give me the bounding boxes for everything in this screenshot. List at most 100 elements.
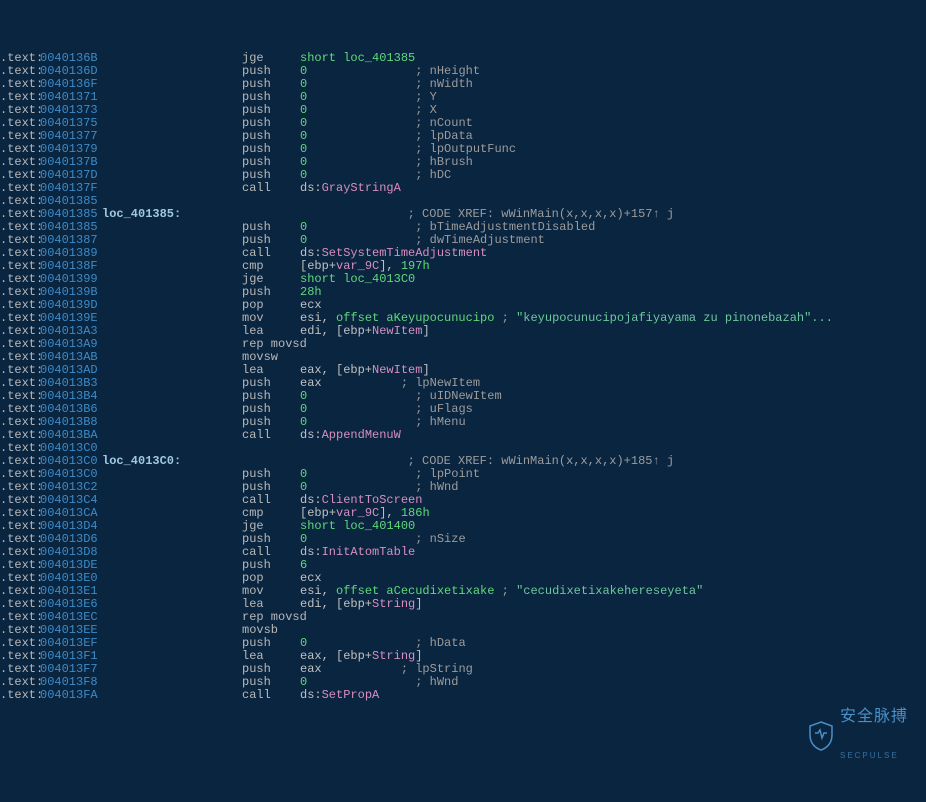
asm-line[interactable]: .text:004013EF push0 ; hData (0, 637, 926, 650)
arrow-up-icon: ↑ j (652, 455, 674, 468)
operand-plain: [ebp+ (300, 506, 336, 520)
asm-line[interactable]: .text:004013EC rep movsd (0, 611, 926, 624)
asm-line[interactable]: .text:004013D8 callds:InitAtomTable (0, 546, 926, 559)
operand-plain: ds: (300, 493, 322, 507)
mnemonic: call (242, 689, 300, 702)
operands: ds:SetPropA (300, 689, 379, 702)
operand-sym[interactable]: GrayStringA (322, 181, 401, 195)
comment: ; lpData (415, 129, 473, 143)
asm-line[interactable]: .text:004013A3 leaedi, [ebp+NewItem] (0, 325, 926, 338)
operand-plain: ] (422, 324, 429, 338)
asm-line[interactable]: .text:004013B8 push0 ; hMenu (0, 416, 926, 429)
operand-sym[interactable]: SetPropA (322, 688, 380, 702)
operand-kw[interactable]: offset aKeyupocunucipo (336, 311, 494, 325)
operands: edi, [ebp+String] (300, 598, 422, 611)
code-label[interactable]: loc_4013C0: (102, 454, 181, 468)
operand-kw[interactable]: short loc_4013C0 (300, 272, 415, 286)
asm-line[interactable]: .text:00401389 callds:SetSystemTimeAdjus… (0, 247, 926, 260)
asm-line[interactable]: .text:0040139E movesi, offset aKeyupocun… (0, 312, 926, 325)
asm-line[interactable]: .text:004013F7 pusheax ; lpString (0, 663, 926, 676)
operand-var[interactable]: var_9C (336, 506, 379, 520)
comment: ; uIDNewItem (415, 389, 501, 403)
asm-line[interactable]: .text:004013CA cmp[ebp+var_9C], 186h (0, 507, 926, 520)
mnemonic: call (242, 429, 300, 442)
arrow-up-icon: ↑ j (652, 208, 674, 221)
segment-name: .text: (0, 689, 40, 702)
comment: ; lpString (401, 662, 473, 676)
operands: ds:AppendMenuW (300, 429, 401, 442)
operand-plain: ], (379, 506, 401, 520)
operand-var[interactable]: var_9C (336, 259, 379, 273)
asm-line[interactable]: .text:0040137F callds:GrayStringA (0, 182, 926, 195)
operand-kw[interactable]: short loc_401400 (300, 519, 415, 533)
comment: ; nCount (415, 116, 473, 130)
comment: ; lpPoint (415, 467, 480, 481)
asm-line[interactable]: .text:004013E6 leaedi, [ebp+String] (0, 598, 926, 611)
operand-comment: ; (502, 311, 516, 325)
operand-plain: eax, [ebp+ (300, 363, 372, 377)
comment: ; nWidth (415, 77, 473, 91)
comment: ; hData (415, 636, 465, 650)
asm-line[interactable]: .text:0040137B push0 ; hBrush (0, 156, 926, 169)
operand-plain: ecx (300, 298, 322, 312)
watermark-logo: 安全脉搏 SECPULSE (808, 684, 908, 788)
comment: ; hMenu (415, 415, 465, 429)
operand-plain (494, 584, 501, 598)
asm-line[interactable]: .text:004013E1 movesi, offset aCecudixet… (0, 585, 926, 598)
operand-plain: ds: (300, 545, 322, 559)
asm-line[interactable]: .text:004013A9 rep movsd (0, 338, 926, 351)
asm-line[interactable]: .text:0040137D push0 ; hDC (0, 169, 926, 182)
asm-line[interactable]: .text:00401371 push0 ; Y (0, 91, 926, 104)
asm-line[interactable]: .text:004013F8 push0 ; hWnd (0, 676, 926, 689)
operands: ds:InitAtomTable (300, 546, 415, 559)
comment: ; hWnd (415, 675, 458, 689)
operand-plain: eax (300, 662, 322, 676)
disassembly-view[interactable]: .text:0040136B jgeshort loc_401385.text:… (0, 52, 926, 702)
operand-sym[interactable]: SetSystemTimeAdjustment (322, 246, 488, 260)
operand-kw[interactable]: short loc_401385 (300, 51, 415, 65)
asm-line[interactable]: .text:0040139B push28h (0, 286, 926, 299)
comment: ; lpNewItem (401, 376, 480, 390)
operand-sym[interactable]: AppendMenuW (322, 428, 401, 442)
asm-line[interactable]: .text:0040138F cmp[ebp+var_9C], 197h (0, 260, 926, 273)
operand-sym[interactable]: ClientToScreen (322, 493, 423, 507)
asm-line[interactable]: .text:004013C0 push0 ; lpPoint (0, 468, 926, 481)
asm-line[interactable]: .text:004013DE push6 (0, 559, 926, 572)
operand-plain: [ebp+ (300, 259, 336, 273)
asm-line[interactable]: .text:004013D6 push0 ; nSize (0, 533, 926, 546)
operand-plain: edi, [ebp+ (300, 597, 372, 611)
comment: ; bTimeAdjustmentDisabled (415, 220, 595, 234)
operand-var[interactable]: NewItem (372, 324, 422, 338)
asm-line[interactable]: .text:004013AB movsw (0, 351, 926, 364)
operand-comment: ; (502, 584, 516, 598)
operand-plain: ds: (300, 688, 322, 702)
operand-kw[interactable]: offset aCecudixetixake (336, 584, 494, 598)
comment: ; hBrush (415, 155, 473, 169)
asm-line[interactable]: .text:00401399 jgeshort loc_4013C0 (0, 273, 926, 286)
comment: ; nHeight (415, 64, 480, 78)
operand-plain: esi, (300, 584, 336, 598)
operand-var[interactable]: String (372, 649, 415, 663)
operand-sym[interactable]: InitAtomTable (322, 545, 416, 559)
operand-num: 28h (300, 285, 322, 299)
address: 004013FA (40, 689, 102, 702)
asm-line[interactable]: .text:0040136F push0 ; nWidth (0, 78, 926, 91)
operand-num: 197h (401, 259, 430, 273)
watermark-text-cn: 安全脉搏 (840, 710, 908, 723)
operand-plain: eax, [ebp+ (300, 649, 372, 663)
comment: ; nSize (415, 532, 465, 546)
operand-plain: ] (415, 597, 422, 611)
operand-var[interactable]: String (372, 597, 415, 611)
asm-line[interactable]: .text:004013C2 push0 ; hWnd (0, 481, 926, 494)
asm-line[interactable]: .text:004013BA callds:AppendMenuW (0, 429, 926, 442)
operand-var[interactable]: NewItem (372, 363, 422, 377)
comment: ; lpOutputFunc (415, 142, 516, 156)
watermark-text-en: SECPULSE (840, 749, 908, 762)
code-label[interactable]: loc_401385: (102, 207, 181, 221)
asm-line[interactable]: .text:004013FA callds:SetPropA (0, 689, 926, 702)
comment: ; uFlags (415, 402, 473, 416)
operand-plain: edi, [ebp+ (300, 324, 372, 338)
comment: ; dwTimeAdjustment (415, 233, 545, 247)
operand-plain: ] (422, 363, 429, 377)
asm-line[interactable]: .text:004013C4 callds:ClientToScreen (0, 494, 926, 507)
